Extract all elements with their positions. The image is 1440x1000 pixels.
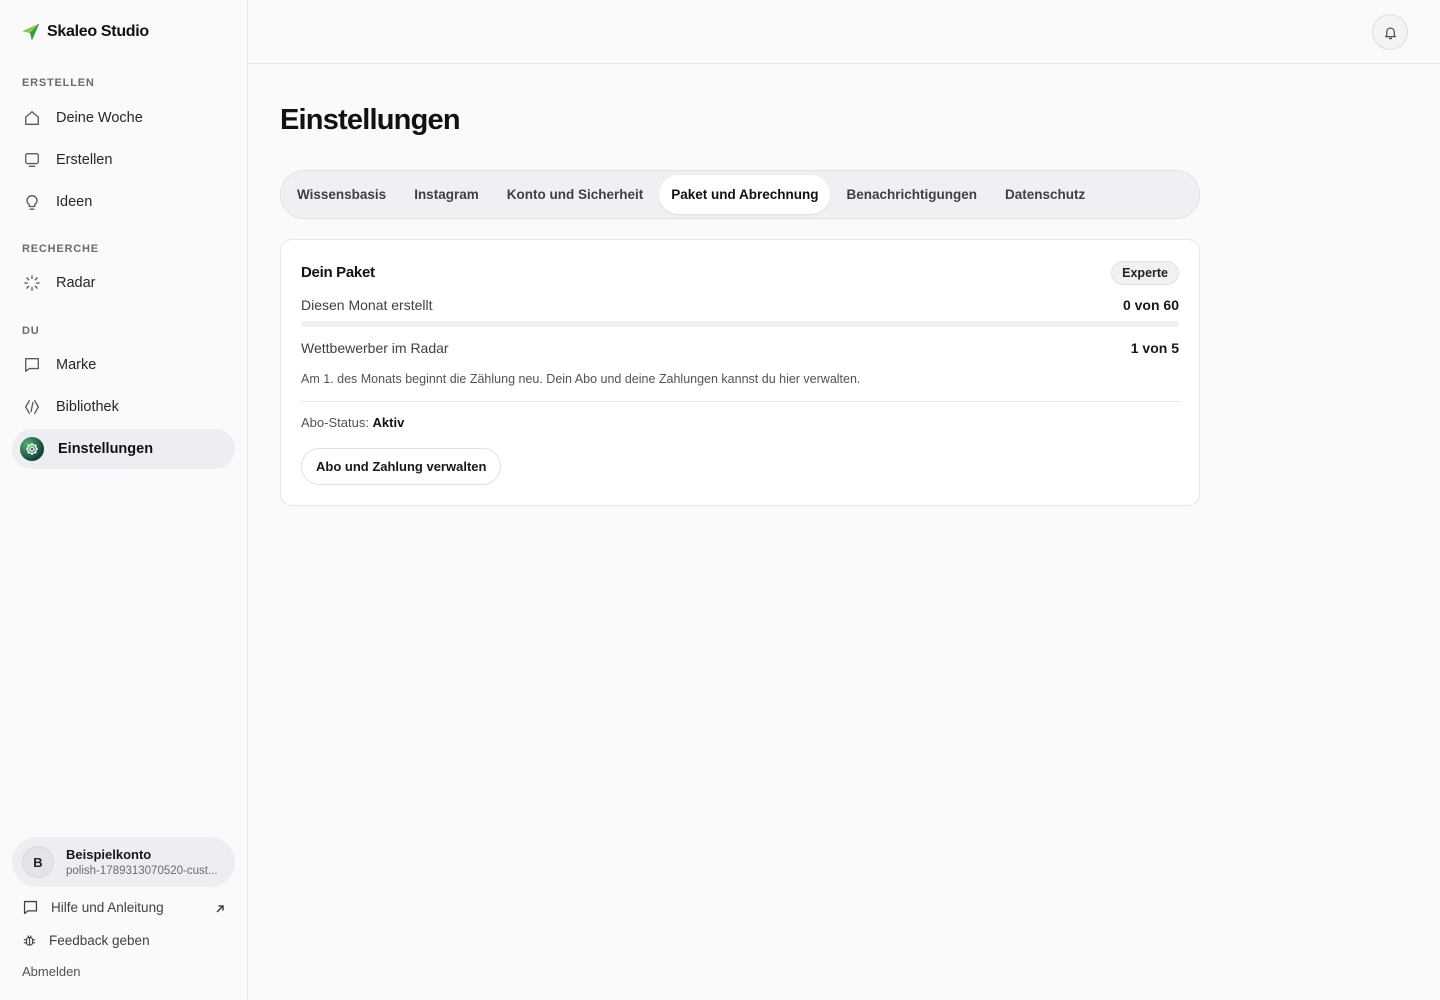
tab-konto-und-sicherheit[interactable]: Konto und Sicherheit (495, 175, 656, 214)
sidebar-item-label: Ideen (56, 194, 93, 210)
lightbulb-icon (22, 192, 42, 212)
help-link[interactable]: Hilfe und Anleitung (22, 899, 164, 916)
tab-wissensbasis[interactable]: Wissensbasis (285, 175, 398, 214)
monitor-icon (22, 150, 42, 170)
sidebar-item-deine-woche[interactable]: Deine Woche (12, 98, 235, 138)
bell-icon (1384, 26, 1396, 39)
plan-badge: Experte (1111, 261, 1179, 285)
sidebar-item-label: Marke (56, 357, 97, 373)
settings-gear-icon (20, 437, 44, 461)
usage-label: Diesen Monat erstellt (301, 297, 433, 313)
notifications-button[interactable] (1372, 14, 1408, 50)
sidebar: Skaleo Studio ERSTELLEN Deine Woche Erst… (0, 0, 248, 1000)
section-label-du: DU (22, 325, 40, 337)
message-square-icon (23, 900, 38, 915)
home-icon (22, 108, 42, 128)
competitors-value: 1 von 5 (1130, 340, 1179, 356)
sidebar-item-ideen[interactable]: Ideen (12, 182, 235, 222)
manage-subscription-button[interactable]: Abo und Zahlung verwalten (301, 448, 502, 485)
plan-card-title: Dein Paket (301, 264, 375, 281)
competitors-label: Wettbewerber im Radar (301, 340, 449, 356)
page-title: Einstellungen (280, 104, 461, 136)
divider (301, 401, 1181, 402)
usage-value: 0 von 60 (1122, 297, 1179, 313)
bug-icon (23, 935, 36, 946)
sidebar-item-label: Radar (56, 275, 96, 291)
sidebar-item-einstellungen[interactable]: Einstellungen (12, 429, 235, 469)
external-link-icon (214, 902, 226, 914)
help-label: Hilfe und Anleitung (51, 900, 164, 915)
sidebar-item-label: Bibliothek (56, 399, 119, 415)
message-square-icon (22, 355, 42, 375)
loader-icon (22, 273, 42, 293)
account-switcher[interactable]: B Beispielkonto polish-1789313070520-cus… (12, 837, 235, 887)
subscription-status: Abo-Status: Aktiv (301, 415, 404, 430)
sidebar-item-marke[interactable]: Marke (12, 345, 235, 385)
tab-instagram[interactable]: Instagram (402, 175, 491, 214)
usage-progress-bar (301, 321, 1179, 327)
brand[interactable]: Skaleo Studio (22, 21, 149, 43)
billing-note: Am 1. des Monats beginnt die Zählung neu… (301, 372, 861, 386)
sidebar-item-bibliothek[interactable]: Bibliothek (12, 387, 235, 427)
logout-link[interactable]: Abmelden (22, 964, 81, 979)
status-label: Abo-Status: (301, 415, 373, 430)
paper-plane-icon (22, 23, 40, 41)
sidebar-item-erstellen[interactable]: Erstellen (12, 140, 235, 180)
feedback-label: Feedback geben (49, 933, 150, 948)
account-subtitle: polish-1789313070520-cust... (66, 865, 218, 877)
section-label-erstellen: ERSTELLEN (22, 77, 95, 89)
tab-datenschutz[interactable]: Datenschutz (993, 175, 1097, 214)
section-label-recherche: RECHERCHE (22, 243, 99, 255)
topbar (248, 0, 1440, 64)
plan-card: Dein Paket Experte Diesen Monat erstellt… (280, 239, 1200, 506)
settings-tabs: Wissensbasis Instagram Konto und Sicherh… (280, 170, 1200, 219)
sidebar-item-label: Einstellungen (58, 441, 154, 457)
tab-paket-und-abrechnung[interactable]: Paket und Abrechnung (659, 175, 831, 214)
feedback-link[interactable]: Feedback geben (22, 933, 150, 948)
sidebar-item-label: Deine Woche (56, 110, 143, 126)
sidebar-item-radar[interactable]: Radar (12, 263, 235, 303)
brand-name: Skaleo Studio (47, 23, 149, 40)
status-value: Aktiv (372, 415, 405, 430)
account-name: Beispielkonto (66, 847, 152, 862)
code-brackets-icon (22, 397, 42, 417)
sidebar-item-label: Erstellen (56, 152, 113, 168)
avatar: B (22, 846, 54, 878)
tab-benachrichtigungen[interactable]: Benachrichtigungen (834, 175, 989, 214)
